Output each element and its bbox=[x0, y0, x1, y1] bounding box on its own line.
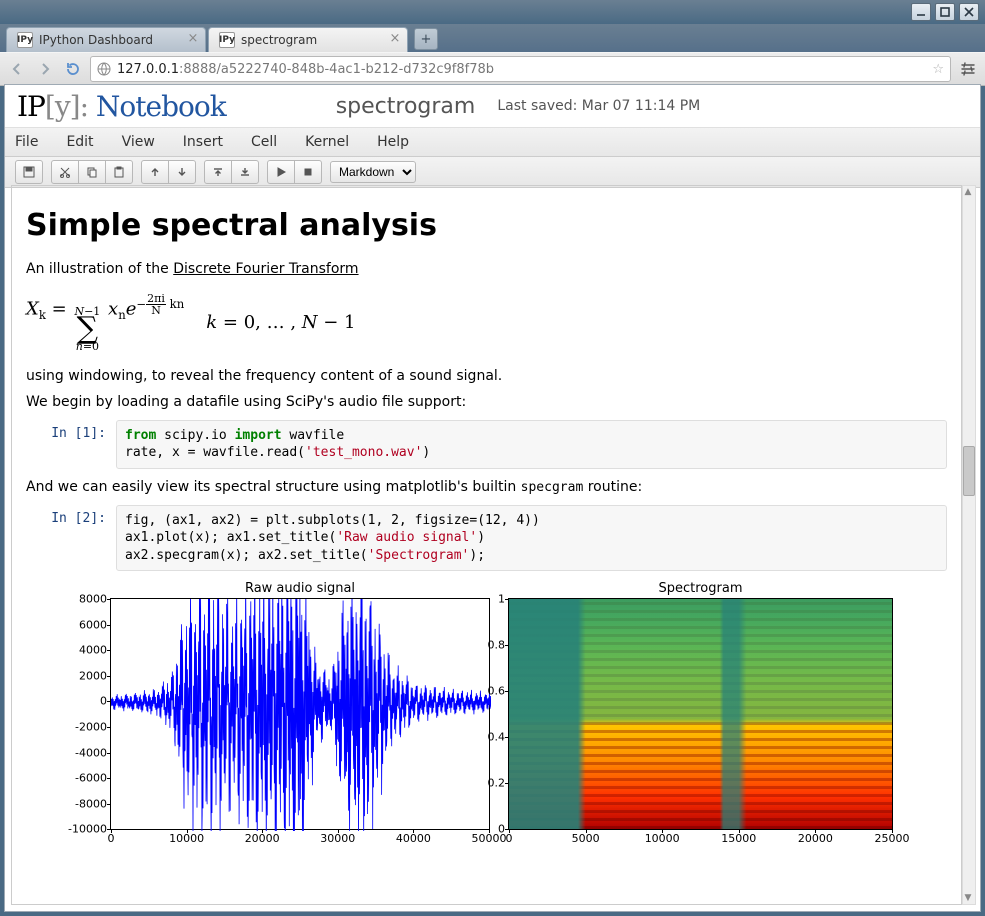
plot-title: Spectrogram bbox=[508, 581, 893, 596]
plot-raw-audio: Raw audio signal -10000-8000-6000-4000-2… bbox=[110, 581, 490, 830]
browser-settings-button[interactable] bbox=[957, 58, 979, 80]
scrollbar-thumb[interactable] bbox=[963, 446, 975, 496]
favicon-icon: IPy bbox=[17, 32, 33, 48]
browser-tab-notebook[interactable]: IPy spectrogram × bbox=[208, 27, 408, 52]
move-down-button[interactable] bbox=[168, 160, 196, 184]
url-text: 127.0.0.1:8888/a5222740-848b-4ac1-b212-d… bbox=[117, 62, 494, 77]
scrollbar[interactable]: ▲ ▼ bbox=[962, 185, 976, 905]
markdown-heading: Simple spectral analysis bbox=[26, 208, 947, 243]
menu-view[interactable]: View bbox=[122, 134, 155, 150]
menu-kernel[interactable]: Kernel bbox=[305, 134, 349, 150]
scroll-up-arrow[interactable]: ▲ bbox=[963, 186, 973, 198]
globe-icon bbox=[97, 62, 111, 76]
nav-back-button[interactable] bbox=[6, 58, 28, 80]
markdown-text: An illustration of the Discrete Fourier … bbox=[26, 261, 947, 277]
stop-button[interactable] bbox=[294, 160, 322, 184]
tab-label: spectrogram bbox=[241, 33, 317, 47]
insert-above-button[interactable] bbox=[204, 160, 232, 184]
plot-axes: 00.20.40.60.810500010000150002000025000 bbox=[508, 598, 893, 830]
output-plots: Raw audio signal -10000-8000-6000-4000-2… bbox=[110, 581, 947, 830]
browser-navbar: 127.0.0.1:8888/a5222740-848b-4ac1-b212-d… bbox=[0, 52, 985, 86]
markdown-text: using windowing, to reveal the frequency… bbox=[26, 368, 947, 384]
nav-forward-button[interactable] bbox=[34, 58, 56, 80]
input-prompt: In [2]: bbox=[26, 505, 116, 572]
paste-button[interactable] bbox=[105, 160, 133, 184]
markdown-text: We begin by loading a datafile using Sci… bbox=[26, 394, 947, 410]
y-tick-label: -4000 bbox=[75, 746, 111, 759]
plot-spectrogram: Spectrogram 00.20.40.60.8105000100001500… bbox=[508, 581, 893, 830]
browser-tab-dashboard[interactable]: IPy IPython Dashboard × bbox=[6, 27, 206, 52]
nav-reload-button[interactable] bbox=[62, 58, 84, 80]
insert-below-button[interactable] bbox=[231, 160, 259, 184]
y-tick-label: -6000 bbox=[75, 772, 111, 785]
code-cell: In [2]: fig, (ax1, ax2) = plt.subplots(1… bbox=[26, 505, 947, 572]
browser-tabstrip: IPy IPython Dashboard × IPy spectrogram … bbox=[0, 24, 985, 52]
code-input[interactable]: from scipy.io import wavfile rate, x = w… bbox=[116, 420, 947, 469]
equation: Xk = N−1∑n=0 xne−2πiN kn k = 0, … , N − … bbox=[26, 293, 947, 352]
spectrogram-image bbox=[509, 599, 892, 829]
code-cell: In [1]: from scipy.io import wavfile rat… bbox=[26, 420, 947, 469]
notebook-header: IP[y]: Notebook spectrogram Last saved: … bbox=[5, 85, 980, 128]
dft-link[interactable]: Discrete Fourier Transform bbox=[173, 261, 358, 277]
tab-close-button[interactable]: × bbox=[389, 33, 401, 45]
notebook-toolbar: Markdown bbox=[5, 157, 980, 188]
y-tick-label: -10000 bbox=[68, 823, 111, 836]
cut-button[interactable] bbox=[51, 160, 79, 184]
cell-type-select[interactable]: Markdown bbox=[330, 161, 416, 183]
input-prompt: In [1]: bbox=[26, 420, 116, 469]
page-content: IP[y]: Notebook spectrogram Last saved: … bbox=[4, 84, 981, 912]
waveform-plot bbox=[111, 599, 491, 831]
menu-edit[interactable]: Edit bbox=[66, 134, 93, 150]
ipython-logo: IP[y]: Notebook bbox=[17, 90, 226, 123]
window-maximize-button[interactable] bbox=[935, 3, 955, 21]
menu-insert[interactable]: Insert bbox=[183, 134, 223, 150]
notebook-menubar: File Edit View Insert Cell Kernel Help bbox=[5, 128, 980, 157]
menu-file[interactable]: File bbox=[15, 134, 38, 150]
window-close-button[interactable] bbox=[959, 3, 979, 21]
run-button[interactable] bbox=[267, 160, 295, 184]
scroll-down-arrow[interactable]: ▼ bbox=[963, 892, 973, 904]
plot-axes: -10000-8000-6000-4000-200002000400060008… bbox=[110, 598, 490, 830]
plot-title: Raw audio signal bbox=[110, 581, 490, 596]
save-button[interactable] bbox=[15, 160, 43, 184]
code-input[interactable]: fig, (ax1, ax2) = plt.subplots(1, 2, fig… bbox=[116, 505, 947, 572]
y-tick-label: -8000 bbox=[75, 797, 111, 810]
bookmark-star-icon[interactable]: ☆ bbox=[932, 62, 944, 77]
menu-cell[interactable]: Cell bbox=[251, 134, 277, 150]
application-window: IPy IPython Dashboard × IPy spectrogram … bbox=[0, 0, 985, 916]
window-minimize-button[interactable] bbox=[911, 3, 931, 21]
copy-button[interactable] bbox=[78, 160, 106, 184]
new-tab-button[interactable]: + bbox=[414, 28, 438, 50]
window-titlebar bbox=[0, 0, 985, 24]
move-up-button[interactable] bbox=[141, 160, 169, 184]
notebook-name[interactable]: spectrogram bbox=[336, 94, 476, 119]
favicon-icon: IPy bbox=[219, 32, 235, 48]
menu-help[interactable]: Help bbox=[377, 134, 409, 150]
url-input[interactable]: 127.0.0.1:8888/a5222740-848b-4ac1-b212-d… bbox=[90, 56, 951, 82]
tab-label: IPython Dashboard bbox=[39, 33, 153, 47]
tab-close-button[interactable]: × bbox=[187, 33, 199, 45]
notebook-body[interactable]: Simple spectral analysis An illustration… bbox=[11, 185, 962, 905]
last-saved-text: Last saved: Mar 07 11:14 PM bbox=[497, 98, 700, 114]
y-tick-label: -2000 bbox=[75, 721, 111, 734]
markdown-text: And we can easily view its spectral stru… bbox=[26, 479, 947, 495]
